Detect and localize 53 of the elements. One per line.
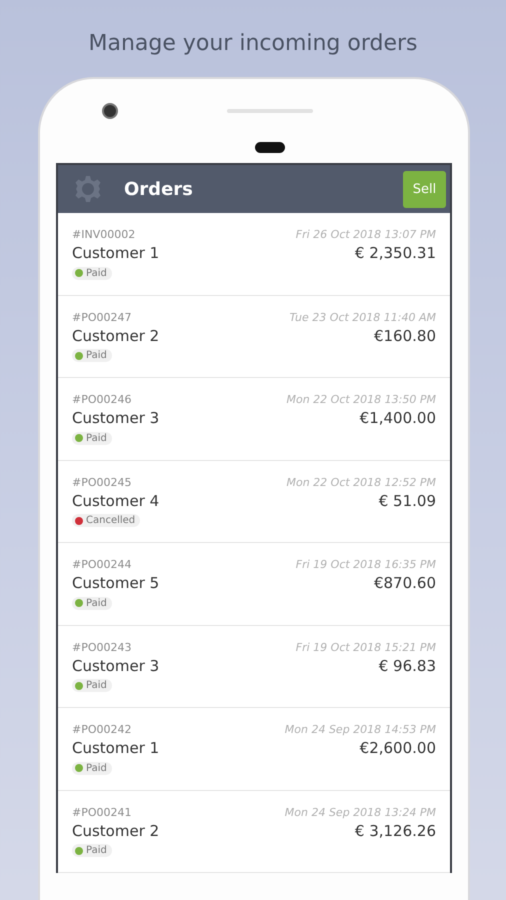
order-amount: €1,400.00 [360, 409, 436, 427]
order-date: Mon 24 Sep 2018 14:53 PM [284, 723, 436, 736]
order-date: Mon 22 Oct 2018 12:52 PM [286, 476, 436, 488]
customer-name: Customer 2 [72, 822, 160, 840]
order-row[interactable]: #PO00241 Mon 24 Sep 2018 13:24 PM Customer 2 € 3,126.26 Paid [58, 790, 450, 873]
order-date: Mon 22 Oct 2018 13:50 PM [286, 393, 436, 406]
order-date: Fri 26 Oct 2018 13:07 PM [296, 228, 436, 241]
customer-name: Customer 3 [72, 409, 160, 427]
order-row[interactable]: #PO00242 Mon 24 Sep 2018 14:53 PM Customer 1 €2,600.00 Paid [58, 708, 450, 790]
screen-title: Orders [124, 178, 194, 200]
customer-name: Customer 1 [72, 244, 160, 262]
order-number: #PO00244 [72, 558, 132, 571]
settings-icon[interactable] [74, 175, 102, 203]
earpiece-icon [255, 142, 285, 153]
status-label: Paid [86, 680, 107, 691]
order-number: #PO00247 [72, 310, 132, 324]
order-amount: €2,600.00 [360, 739, 436, 757]
customer-name: Customer 1 [72, 739, 160, 757]
status-label: Paid [86, 598, 107, 608]
status-label: Paid [86, 762, 107, 774]
headline: Manage your incoming orders [87, 30, 419, 58]
order-date: Fri 19 Oct 2018 16:35 PM [296, 558, 436, 571]
status-label: Paid [86, 350, 107, 361]
order-amount: € 2,350.31 [354, 244, 436, 262]
order-number: #PO00245 [72, 476, 132, 488]
order-row[interactable]: #PO00244 Fri 19 Oct 2018 16:35 PM Customer 5 €870.60 Paid [58, 543, 450, 626]
order-date: Fri 19 Oct 2018 15:21 PM [296, 640, 436, 654]
status-label: Paid [86, 845, 107, 856]
order-row[interactable]: #PO00247 Tue 23 Oct 2018 11:40 AM Customer 2 €160.80 Paid [58, 296, 450, 378]
customer-name: Customer 4 [72, 492, 160, 510]
order-row[interactable]: #INV00002 Fri 26 Oct 2018 13:07 PM Customer 1 € 2,350.31 Paid [58, 213, 450, 296]
order-date: Mon 24 Sep 2018 13:24 PM [284, 806, 436, 818]
customer-name: Customer 2 [72, 326, 160, 344]
status-label: Cancelled [86, 515, 136, 526]
order-number: #PO00241 [72, 806, 132, 818]
status-label: Paid [86, 268, 107, 278]
order-date: Tue 23 Oct 2018 11:40 AM [289, 310, 436, 324]
order-amount: € 3,126.26 [354, 822, 436, 840]
order-amount: € 51.09 [378, 492, 436, 510]
order-number: #PO00242 [72, 723, 132, 736]
camera-icon [102, 103, 118, 119]
status-label: Paid [86, 432, 107, 444]
order-number: #PO00243 [72, 640, 132, 654]
order-number: #PO00246 [72, 393, 132, 406]
customer-name: Customer 3 [72, 656, 160, 674]
order-row[interactable]: #PO00245 Mon 22 Oct 2018 12:52 PM Customer 4 € 51.09 Cancelled [58, 460, 450, 543]
order-amount: €870.60 [374, 574, 436, 592]
order-amount: € 96.83 [378, 656, 436, 674]
order-number: #INV00002 [72, 228, 136, 241]
order-row[interactable]: #PO00243 Fri 19 Oct 2018 15:21 PM Customer 3 € 96.83 Paid [58, 626, 450, 708]
order-amount: €160.80 [374, 326, 436, 344]
customer-name: Customer 5 [72, 574, 160, 592]
order-row[interactable]: #PO00246 Mon 22 Oct 2018 13:50 PM Customer 3 €1,400.00 Paid [58, 378, 450, 460]
